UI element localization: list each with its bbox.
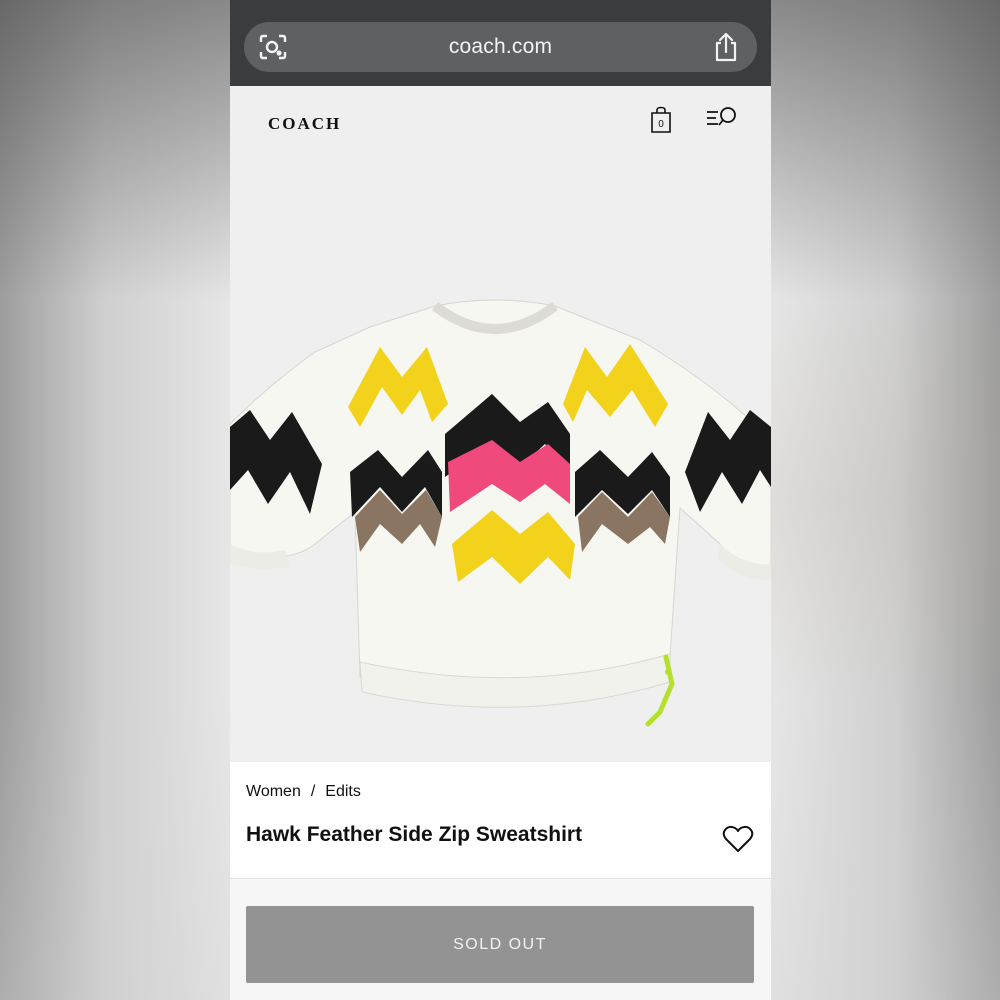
breadcrumb-women[interactable]: Women	[246, 783, 301, 800]
breadcrumb: Women / Edits	[246, 783, 361, 801]
coach-logo[interactable]: COACH	[268, 114, 341, 134]
breadcrumb-separator: /	[310, 783, 316, 800]
background-blur-left	[0, 0, 230, 1000]
shopping-bag-icon[interactable]: 0	[649, 106, 673, 134]
sold-out-button[interactable]: SOLD OUT	[246, 906, 754, 983]
menu-search-icon[interactable]	[706, 106, 738, 132]
share-icon[interactable]	[713, 32, 739, 62]
url-text[interactable]: coach.com	[244, 35, 757, 59]
browser-toolbar: coach.com	[230, 0, 771, 86]
site-header: COACH 0	[230, 86, 771, 172]
product-title: Hawk Feather Side Zip Sweatshirt	[246, 823, 583, 846]
purchase-area: SOLD OUT	[230, 879, 771, 1000]
product-info: Women / Edits Hawk Feather Side Zip Sweats…	[230, 762, 771, 878]
background-blur-right	[771, 0, 1000, 1000]
phone-screen: coach.com COACH 0 Women / Edits Hawk Fea…	[230, 0, 771, 1000]
bag-count: 0	[658, 119, 664, 130]
address-bar[interactable]: coach.com	[244, 22, 757, 72]
heart-icon[interactable]	[722, 824, 754, 854]
product-image[interactable]	[230, 172, 771, 762]
breadcrumb-edits[interactable]: Edits	[325, 783, 361, 800]
